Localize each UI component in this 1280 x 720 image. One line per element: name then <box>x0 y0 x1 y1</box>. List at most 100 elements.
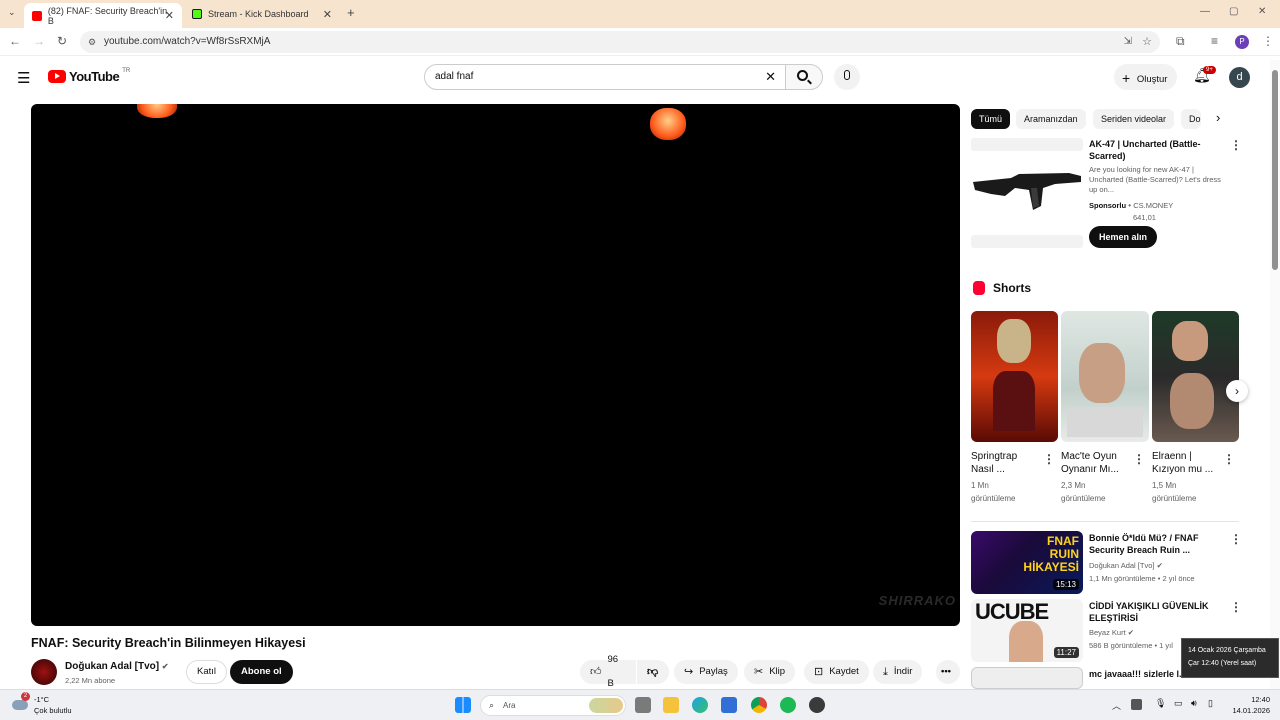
profile-avatar[interactable]: P <box>1235 35 1249 49</box>
ad-image[interactable] <box>971 160 1083 224</box>
shorts-next-button[interactable]: › <box>1226 380 1248 402</box>
video-title[interactable]: Bonnie Ö*ldü Mü? / FNAF Security Breach … <box>1089 532 1221 556</box>
tab-youtube[interactable]: (82) FNAF: Security Breach'in B ✕ <box>24 3 182 28</box>
video-more-icon[interactable]: ⋮ <box>1230 532 1242 546</box>
chrome-icon[interactable] <box>751 697 767 713</box>
clip-button[interactable]: ✂ Klip <box>744 660 796 684</box>
short-title[interactable]: Springtrap Nasıl ... <box>971 450 1037 476</box>
short-more-icon[interactable]: ⋮ <box>1043 452 1055 466</box>
tray-app-icon[interactable] <box>1131 699 1142 710</box>
channel-avatar[interactable] <box>31 659 57 685</box>
chip-all[interactable]: Tümü <box>971 109 1011 129</box>
join-button[interactable]: Katıl <box>186 660 228 684</box>
network-icon[interactable]: ▭ <box>1174 698 1183 709</box>
tab-title: (82) FNAF: Security Breach'in B <box>47 5 168 26</box>
short-title[interactable]: Mac'te Oyun Oynanır Mı... <box>1061 450 1127 476</box>
page-scrollbar[interactable] <box>1270 60 1280 689</box>
search-icon: ⌕ <box>489 700 495 710</box>
dislike-button[interactable]: 👎︎ <box>637 660 669 684</box>
edge-icon[interactable] <box>692 697 708 713</box>
volume-icon[interactable]: 🔊︎ <box>1191 698 1197 709</box>
save-button[interactable]: ⊡ Kaydet <box>804 660 869 684</box>
video-channel[interactable]: Beyaz Kurt ✔ <box>1089 628 1134 637</box>
short-views: 2,3 Mn <box>1061 481 1086 490</box>
maximize-icon[interactable]: ▢ <box>1229 6 1238 17</box>
video-watermark: SHIRRAKO <box>878 593 956 608</box>
battery-icon[interactable]: ▯ <box>1208 698 1213 709</box>
like-button[interactable]: 👍︎ 96 B <box>580 654 636 689</box>
close-tab-icon[interactable]: ✕ <box>323 8 332 21</box>
spotify-icon[interactable] <box>780 697 796 713</box>
tab-kick[interactable]: Stream - Kick Dashboard ✕ <box>184 3 340 25</box>
video-channel[interactable]: Doğukan Adal [Tvo] ✔ <box>1089 561 1163 570</box>
video-thumbnail[interactable] <box>971 667 1083 689</box>
video-player[interactable]: SHIRRAKO <box>31 104 960 626</box>
tab-list-chevron-icon[interactable]: ⌄ <box>8 7 16 18</box>
chip-from-search[interactable]: Aramanızdan <box>1016 109 1086 129</box>
video-thumbnail[interactable]: FNAF RUIN HİKAYESİ 15:13 <box>971 531 1083 594</box>
clear-search-icon[interactable]: ✕ <box>765 65 776 89</box>
search-input[interactable]: adal fnaf ✕ <box>424 64 786 90</box>
weather-badge: 2 <box>21 692 30 701</box>
video-title[interactable]: CİDDİ YAKIŞIKLI GÜVENLİK ELEŞTİRİSİ <box>1089 600 1221 624</box>
youtube-logo[interactable]: YouTube TR <box>48 68 130 84</box>
video-duration: 11:27 <box>1053 647 1079 658</box>
chip-from-series[interactable]: Seriden videolar <box>1093 109 1175 129</box>
account-avatar[interactable]: d <box>1229 67 1250 88</box>
short-views-label: görüntüleme <box>1152 494 1197 503</box>
search-highlight-image <box>589 698 623 713</box>
subscribe-button[interactable]: Abone ol <box>230 660 293 684</box>
tray-overflow-icon[interactable]: ︿ <box>1112 699 1121 712</box>
scrollbar-thumb[interactable] <box>1272 70 1278 270</box>
download-button[interactable]: ⤓ İndir <box>873 660 923 684</box>
weather-widget[interactable]: 2 -1°C Çok bulutlu <box>10 692 80 718</box>
windows-start-icon[interactable] <box>455 697 471 713</box>
short-thumbnail[interactable] <box>1152 311 1239 442</box>
more-actions-button[interactable]: ••• <box>936 660 960 684</box>
video-thumbnail[interactable]: UCUBE 11:27 <box>971 599 1083 662</box>
ad-cta-button[interactable]: Hemen alın <box>1089 226 1158 248</box>
ad-title[interactable]: AK-47 | Uncharted (Battle-Scarred) <box>1089 138 1219 162</box>
store-icon[interactable] <box>721 697 737 713</box>
microphone-tray-icon[interactable]: 🎙︎ <box>1155 698 1166 709</box>
obs-icon[interactable] <box>809 697 825 713</box>
reload-icon[interactable]: ↻ <box>57 34 67 48</box>
install-icon[interactable]: ⇲ <box>1124 31 1132 53</box>
create-button[interactable]: + Oluştur <box>1114 64 1178 90</box>
search-button[interactable] <box>785 64 823 90</box>
file-explorer-icon[interactable] <box>663 697 679 713</box>
hamburger-menu-icon[interactable]: ☰ <box>17 69 30 87</box>
channel-name[interactable]: Doğukan Adal [Tvo] ✔ <box>65 661 169 672</box>
minimize-icon[interactable]: — <box>1200 6 1210 17</box>
task-view-icon[interactable] <box>635 697 651 713</box>
voice-search-button[interactable] <box>834 64 860 90</box>
clock[interactable]: 12:40 14.01.2026 <box>1228 694 1270 716</box>
microphone-icon <box>844 70 850 80</box>
short-more-icon[interactable]: ⋮ <box>1133 452 1145 466</box>
chips-next-icon[interactable]: › <box>1216 110 1220 125</box>
forward-icon[interactable]: → <box>33 34 45 48</box>
windows-taskbar: 2 -1°C Çok bulutlu ⌕ Ara ︿ 🎙︎ ▭ 🔊︎ ▯ 12:… <box>0 689 1280 720</box>
close-tab-icon[interactable]: ✕ <box>165 9 174 22</box>
short-title[interactable]: Elraenn | Kızıyon mu ... <box>1152 450 1218 476</box>
short-more-icon[interactable]: ⋮ <box>1223 452 1235 466</box>
bookmark-star-icon[interactable]: ☆ <box>1142 31 1152 53</box>
browser-menu-icon[interactable]: ⋮ <box>1262 34 1274 48</box>
video-more-icon[interactable]: ⋮ <box>1230 600 1242 614</box>
extensions-icon[interactable]: ⧉ <box>1176 34 1185 49</box>
url-bar[interactable]: ⚙ youtube.com/watch?v=Wf8rSsRXMjA ⇲ ☆ <box>80 31 1160 53</box>
notification-badge: 9+ <box>1203 66 1216 74</box>
new-tab-icon[interactable]: + <box>347 5 355 20</box>
site-info-icon[interactable]: ⚙ <box>88 31 96 53</box>
ad-more-icon[interactable]: ⋮ <box>1230 138 1242 152</box>
chip-partial[interactable]: Do <box>1181 109 1201 129</box>
bookmark-icon: ⊡ <box>814 666 824 678</box>
back-icon[interactable]: ← <box>9 34 21 48</box>
short-thumbnail[interactable] <box>971 311 1058 442</box>
taskbar-search[interactable]: ⌕ Ara <box>480 695 626 716</box>
reading-list-icon[interactable]: ≡ <box>1211 34 1218 48</box>
close-window-icon[interactable]: ✕ <box>1258 6 1266 17</box>
short-thumbnail[interactable] <box>1061 311 1149 442</box>
scissors-icon: ✂ <box>754 666 764 678</box>
share-button[interactable]: ↪ Paylaş <box>674 660 738 684</box>
